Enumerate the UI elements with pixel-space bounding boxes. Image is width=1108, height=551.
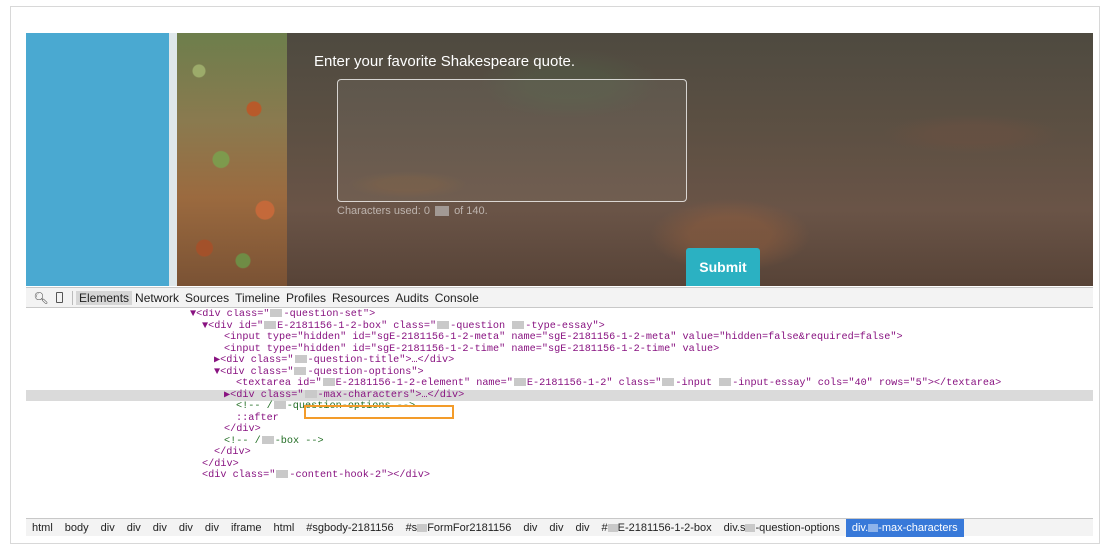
- tab-elements[interactable]: Elements: [76, 290, 133, 305]
- tab-timeline[interactable]: Timeline: [232, 291, 283, 305]
- blurred-text: [276, 470, 289, 479]
- blurred-text: [745, 523, 756, 532]
- dom-close-div[interactable]: </div>: [26, 459, 1093, 471]
- blurred-text: [512, 320, 525, 329]
- blurred-text: [294, 366, 307, 375]
- dom-node-textarea[interactable]: <textarea id=" E-2181156-1-2-element" nam…: [26, 378, 1093, 390]
- blurred-text: [322, 378, 335, 387]
- blurred-text: [417, 523, 428, 532]
- blurred-text: [273, 401, 286, 410]
- devtools-toolbar: 🔍︎ Elements Network Sources Timeline Pro…: [26, 287, 1093, 308]
- tab-console[interactable]: Console: [432, 291, 482, 305]
- breadcrumb-item[interactable]: div: [173, 519, 199, 537]
- survey-preview: Enter your favorite Shakespeare quote. C…: [26, 33, 1093, 286]
- dom-comment-box[interactable]: <!-- / -box -->: [26, 436, 1093, 448]
- dom-tree: ▼<div class=" -question-set"> ▼<div id=" E…: [26, 309, 1093, 517]
- blurred-text: [437, 320, 450, 329]
- breadcrumb-item[interactable]: div: [517, 519, 543, 537]
- tab-sources[interactable]: Sources: [182, 291, 232, 305]
- tab-profiles[interactable]: Profiles: [283, 291, 329, 305]
- dom-close-div[interactable]: </div>: [26, 447, 1093, 459]
- breadcrumb-item[interactable]: body: [59, 519, 95, 537]
- breadcrumb-item[interactable]: div: [147, 519, 173, 537]
- blurred-text: [435, 206, 449, 217]
- device-mode-icon[interactable]: [56, 292, 63, 303]
- blurred-text: [264, 320, 277, 329]
- essay-textarea[interactable]: [337, 79, 687, 202]
- blurred-text: [868, 523, 879, 532]
- breadcrumb-item[interactable]: div: [543, 519, 569, 537]
- tab-audits[interactable]: Audits: [392, 291, 431, 305]
- breadcrumb-item[interactable]: div: [199, 519, 225, 537]
- toolbar-separator: [72, 290, 73, 305]
- breadcrumb-item[interactable]: html: [268, 519, 301, 537]
- leaves-photo: [177, 33, 287, 286]
- breadcrumb-item[interactable]: div: [121, 519, 147, 537]
- breadcrumb-item[interactable]: iframe: [225, 519, 268, 537]
- blurred-text: [719, 378, 732, 387]
- dom-pseudo-after[interactable]: ::after: [26, 413, 1093, 425]
- dom-node-input-meta[interactable]: <input type="hidden" id="sgE-2181156-1-2…: [26, 332, 1093, 344]
- breadcrumb-item-active[interactable]: div. -max-characters: [845, 518, 964, 537]
- divider-strip: [169, 33, 177, 286]
- breadcrumb-item[interactable]: div.s -question-options: [718, 519, 846, 537]
- dom-node-content-hook[interactable]: <div class=" -content-hook-2"></div>: [26, 470, 1093, 482]
- dom-node-max-characters[interactable]: ▶<div class=" -max-characters">…</div>: [26, 389, 1093, 401]
- char-count-prefix: Characters used: 0: [337, 205, 430, 217]
- blurred-text: [662, 378, 675, 387]
- char-count-suffix: of 140.: [454, 205, 488, 217]
- breadcrumb-item[interactable]: #s FormFor2181156: [400, 519, 518, 537]
- breadcrumb-item[interactable]: # E-2181156-1-2-box: [596, 519, 718, 537]
- blurred-text: [261, 435, 274, 444]
- dom-comment-options[interactable]: <!-- / -question-options -->: [26, 401, 1093, 413]
- blurred-text: [607, 523, 618, 532]
- breadcrumb-item[interactable]: div: [95, 519, 121, 537]
- dom-node-input-time[interactable]: <input type="hidden" id="sgE-2181156-1-2…: [26, 344, 1093, 356]
- blurred-text: [513, 378, 526, 387]
- search-icon[interactable]: 🔍︎: [32, 291, 50, 305]
- breadcrumb-item[interactable]: html: [26, 519, 59, 537]
- tab-network[interactable]: Network: [132, 291, 182, 305]
- dom-node-question-box[interactable]: ▼<div id=" E-2181156-1-2-box" class=" -que…: [26, 321, 1093, 333]
- submit-button[interactable]: Submit: [686, 248, 760, 286]
- blurred-text: [304, 389, 317, 398]
- highlight-annotation-box: [304, 405, 454, 419]
- breadcrumb: html body div div div div div iframe htm…: [26, 518, 1093, 537]
- dom-close-div[interactable]: </div>: [26, 424, 1093, 436]
- breadcrumb-item[interactable]: #sgbody-2181156: [300, 519, 399, 537]
- dom-node-question-options[interactable]: ▼<div class=" -question-options">: [26, 367, 1093, 379]
- character-counter: Characters used: 0 of 140.: [337, 205, 488, 217]
- blurred-text: [294, 355, 307, 364]
- teal-sidebar: [26, 33, 169, 286]
- breadcrumb-item[interactable]: div: [569, 519, 595, 537]
- blurred-text: [270, 309, 283, 318]
- question-title: Enter your favorite Shakespeare quote.: [314, 53, 575, 70]
- tab-resources[interactable]: Resources: [329, 291, 392, 305]
- dom-node-question-title[interactable]: ▶<div class=" -question-title">…</div>: [26, 355, 1093, 367]
- dom-node-question-set[interactable]: ▼<div class=" -question-set">: [26, 309, 1093, 321]
